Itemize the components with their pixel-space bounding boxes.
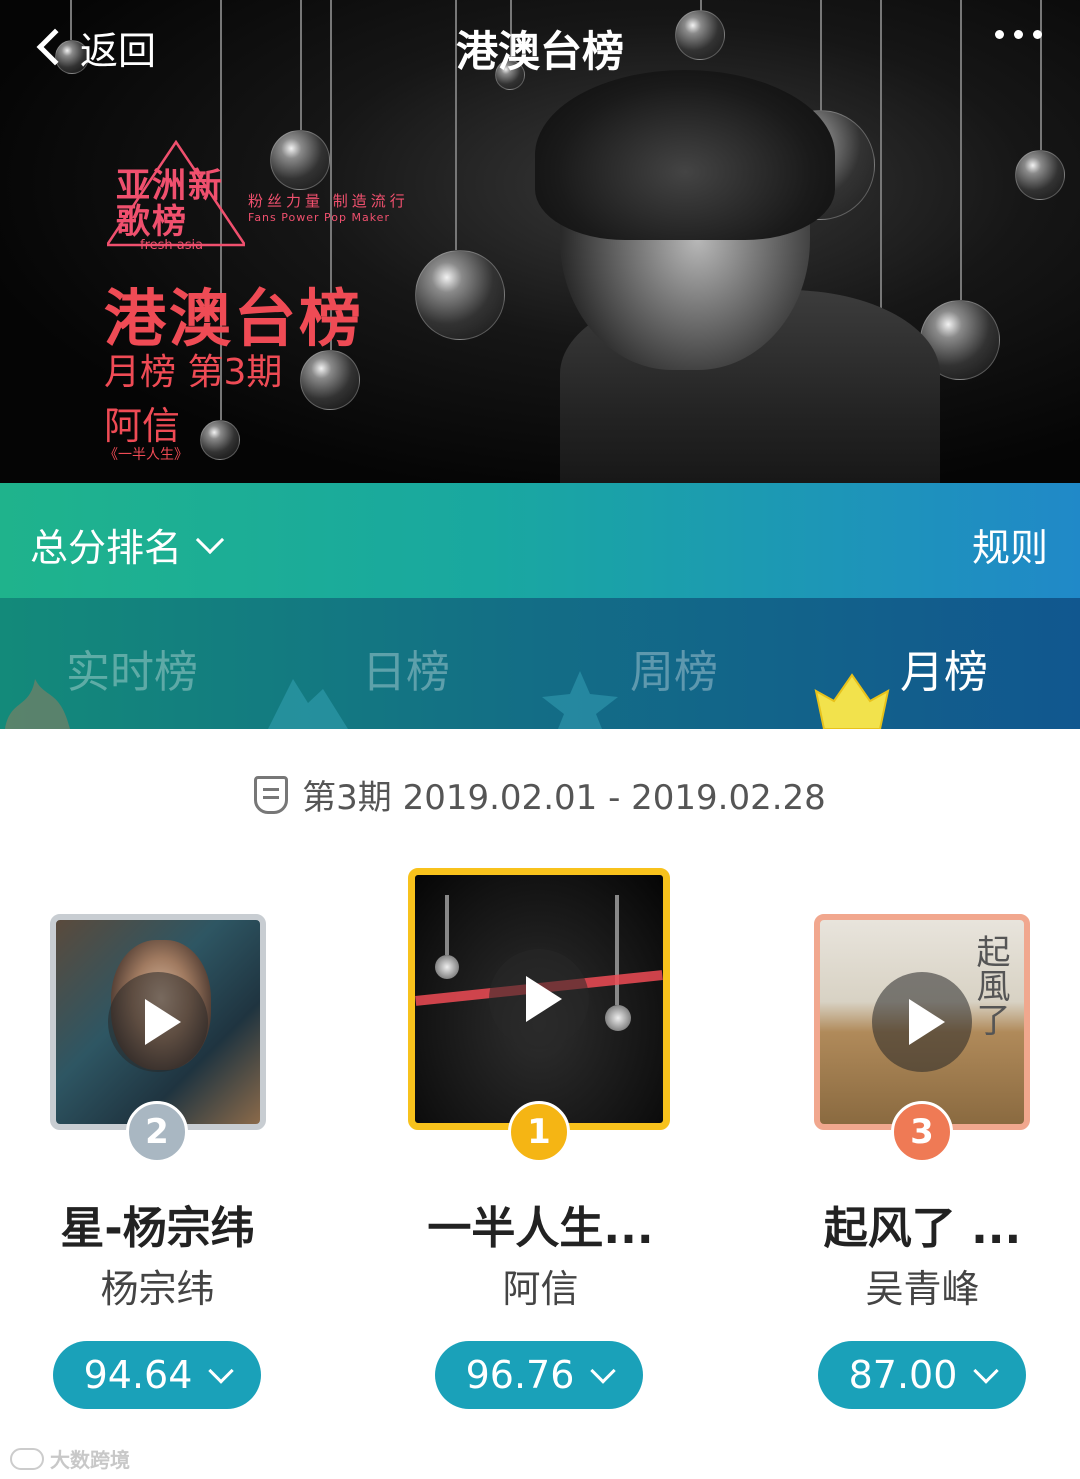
crown-icon (814, 673, 890, 729)
banner-artist: 阿信 (104, 404, 181, 448)
artist-name-rank-2[interactable]: 杨宗纬 (0, 1258, 315, 1313)
cover-art (615, 895, 619, 1005)
singer-hair (535, 70, 835, 240)
chevron-down-icon (195, 525, 225, 554)
play-icon[interactable] (872, 972, 972, 1072)
top-nav-bar: 返回 港澳台榜 (0, 0, 1080, 95)
page-title: 港澳台榜 (455, 27, 624, 76)
chevron-down-icon (590, 1358, 617, 1384)
watermark: 大数跨境 (10, 1444, 130, 1473)
banner-issue: 月榜 第3期 (104, 352, 283, 393)
score-value: 94.64 (83, 1353, 193, 1397)
watermark-logo-icon (10, 1447, 44, 1470)
album-cover-rank-1[interactable] (408, 868, 670, 1130)
chart-logo-text: 亚洲新歌榜 (116, 166, 224, 242)
sort-label: 总分排名 (30, 526, 183, 570)
light-bulb (300, 350, 360, 410)
play-icon[interactable] (108, 972, 208, 1072)
artist-name-rank-1[interactable]: 阿信 (383, 1258, 698, 1313)
rank-medal-3: 3 (891, 1101, 953, 1163)
hero-banner: 亚洲新歌榜 fresh asia 粉丝力量 制造流行 Fans Power Po… (0, 0, 1080, 483)
issue-period-text: 第3期 2019.02.01 - 2019.02.28 (302, 778, 826, 818)
cover-art (435, 955, 459, 979)
chart-period-tabs: 实时榜 日榜 周榜 月榜 (0, 598, 1080, 729)
score-button-rank-1[interactable]: 96.76 (435, 1341, 643, 1409)
cover-art (605, 1005, 631, 1031)
song-title-rank-1[interactable]: 一半人生... (383, 1192, 698, 1256)
rules-link[interactable]: 规则 (972, 517, 1048, 572)
slogan-chinese: 粉丝力量 制造流行 (248, 192, 409, 210)
chart-logo-subtitle: fresh asia (140, 238, 204, 253)
album-cover-rank-2[interactable] (50, 914, 266, 1130)
rank-medal-1: 1 (508, 1101, 570, 1163)
light-bulb (200, 420, 240, 460)
banner-song: 《一半人生》 (104, 447, 188, 463)
play-icon[interactable] (489, 949, 589, 1049)
issue-period: 第3期 2019.02.01 - 2019.02.28 (0, 770, 1080, 819)
light-bulb (415, 250, 505, 340)
tab-weekly[interactable]: 周榜 (630, 636, 718, 700)
sort-bar: 总分排名 规则 (0, 483, 1080, 598)
light-bulb (1015, 150, 1065, 200)
more-dots-icon[interactable] (995, 30, 1042, 39)
cover-art (445, 895, 449, 955)
song-title-rank-3[interactable]: 起风了 ... (765, 1192, 1080, 1256)
calendar-badge-icon (254, 775, 289, 814)
score-value: 87.00 (848, 1353, 958, 1397)
sort-dropdown[interactable]: 总分排名 (30, 517, 225, 572)
score-value: 96.76 (465, 1353, 575, 1397)
album-cover-rank-3[interactable]: 起風了 (814, 914, 1030, 1130)
rank-medal-2: 2 (126, 1101, 188, 1163)
tab-daily[interactable]: 日榜 (362, 636, 450, 700)
tab-monthly[interactable]: 月榜 (900, 636, 988, 700)
score-button-rank-2[interactable]: 94.64 (53, 1341, 261, 1409)
star-icon (542, 671, 618, 729)
watermark-text: 大数跨境 (50, 1448, 130, 1472)
cover-art: 起風了 (970, 934, 1010, 1036)
chevron-down-icon (973, 1358, 1000, 1384)
light-bulb (270, 130, 330, 190)
artist-name-rank-3[interactable]: 吴青峰 (765, 1258, 1080, 1313)
chevron-down-icon (208, 1358, 235, 1384)
tab-realtime[interactable]: 实时榜 (66, 636, 198, 700)
score-button-rank-3[interactable]: 87.00 (818, 1341, 1026, 1409)
sun-icon (268, 679, 348, 729)
song-title-rank-2[interactable]: 星-杨宗纬 (0, 1192, 315, 1256)
slogan-english: Fans Power Pop Maker (248, 211, 390, 224)
